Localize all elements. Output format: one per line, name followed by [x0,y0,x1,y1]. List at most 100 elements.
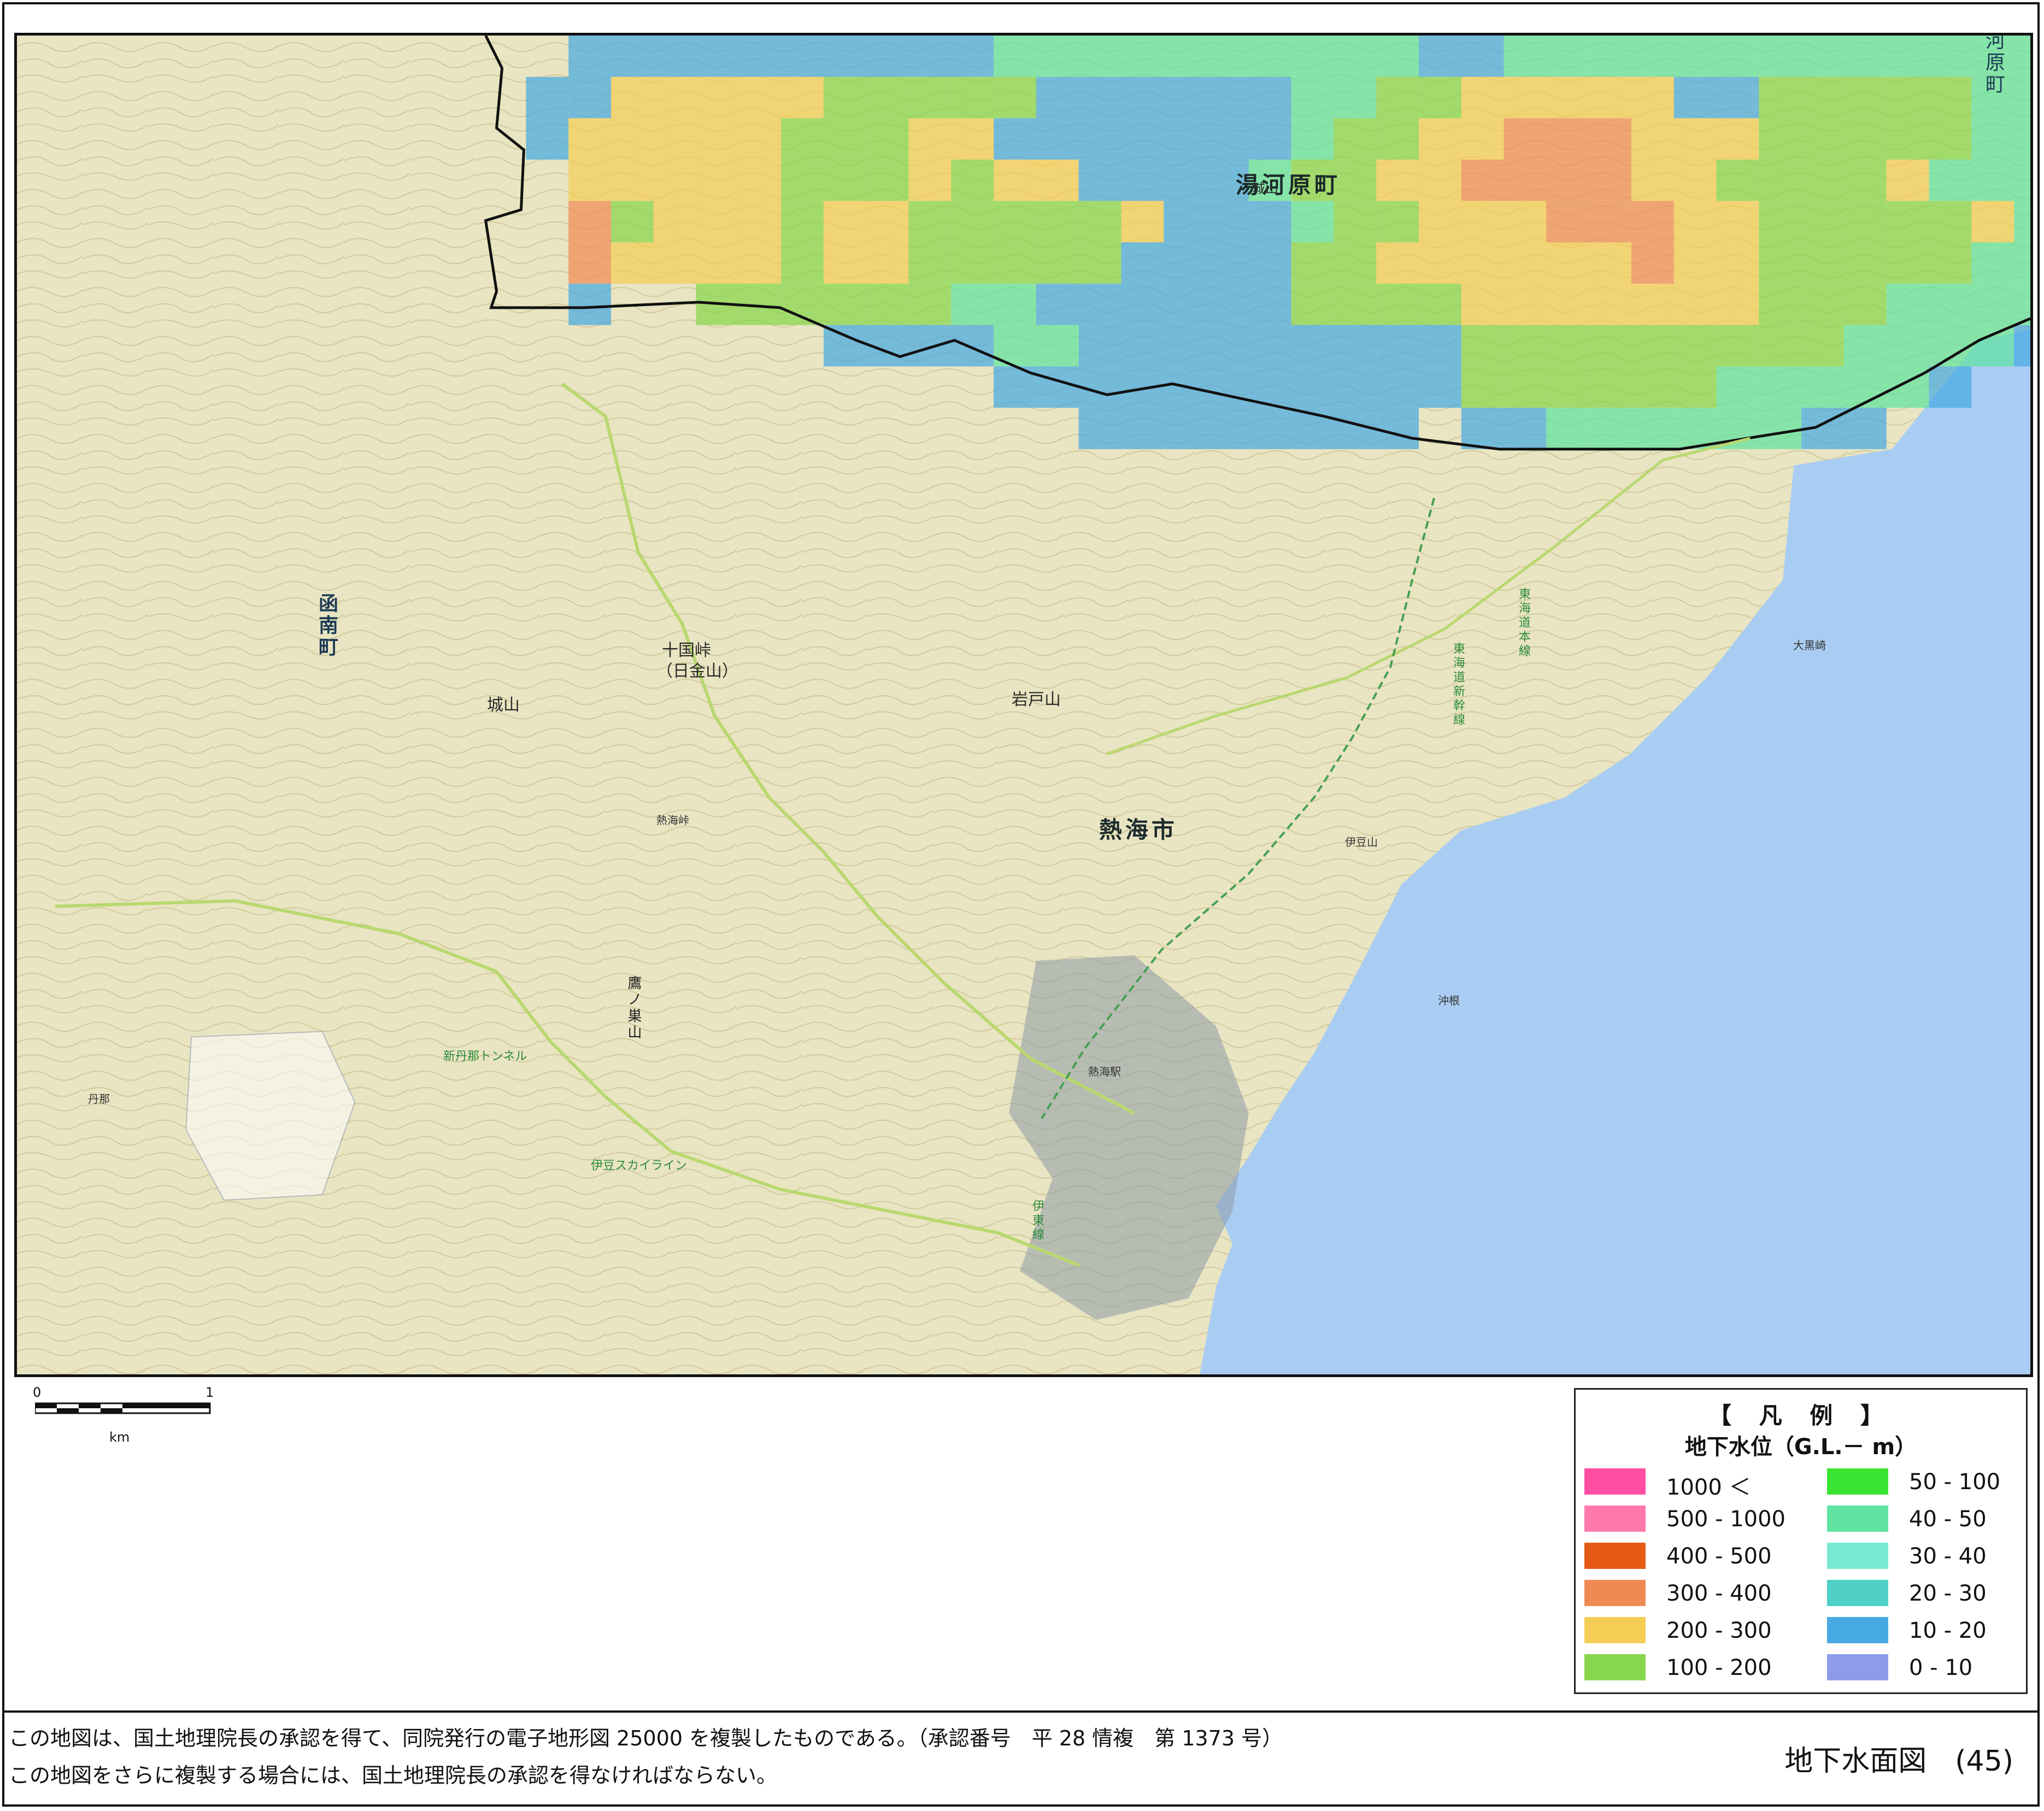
grid-cell [2014,118,2030,160]
grid-cell [1546,77,1589,119]
grid-cell [1206,118,1249,160]
grid-cell [994,242,1036,284]
grid-cell [1673,160,1717,201]
legend-swatch [1584,1654,1646,1680]
legend-title: 【 凡 例 】 [1708,1402,1893,1429]
grid-cell [1546,36,1589,77]
grid-cell [1886,36,1929,77]
mountain-label-kurodake: 鷹ノ巣山 [625,975,642,1041]
grid-cell [1503,118,1547,160]
grid-cell [994,201,1036,243]
grid-cell [1929,242,1972,284]
legend-item: 0 - 10 [1827,1653,2035,1680]
place-label-okinohama: 沖根 [1438,994,1460,1007]
grid-cell [1503,366,1547,408]
grid-cell [1843,36,1887,77]
grid-cell [1206,201,1249,243]
grid-cell [1334,201,1377,243]
grid-cell [1036,36,1079,77]
legend-swatch [1827,1506,1888,1532]
grid-cell [1121,325,1164,367]
grid-cell [1673,366,1717,408]
grid-cell [866,77,909,119]
grid-cell [653,77,696,119]
scale-bar-graphic [35,1402,211,1414]
grid-cell [908,242,951,284]
grid-cell [1248,284,1291,325]
legend-item: 20 - 30 [1827,1579,2035,1606]
grid-cell [568,77,612,119]
grid-cell [1886,284,1929,325]
grid-cell [1164,118,1207,160]
grid-cell [1036,160,1079,201]
grid-cell [2014,242,2030,284]
grid-cell [1546,366,1589,408]
legend-swatch [1827,1468,1888,1495]
grid-cell [1248,325,1291,367]
grid-cell [696,118,739,160]
grid-cell [1291,284,1334,325]
grid-cell [823,201,866,243]
grid-cell [1078,284,1121,325]
grid-cell [1673,284,1717,325]
grid-cell [951,284,994,325]
grid-cell [951,201,994,243]
grid-cell [1164,36,1207,77]
grid-cell [908,284,951,325]
grid-cell [1206,366,1249,408]
grid-cell [781,242,824,284]
grid-cell [1589,201,1631,243]
grid-cell [1673,242,1717,284]
grid-cell [1843,284,1887,325]
grid-cell [1971,242,2014,284]
grid-cell [994,284,1036,325]
grid-cell [1673,36,1717,77]
grid-cell [1546,160,1589,201]
grid-cell [1589,408,1631,449]
grid-cell [1164,408,1207,449]
grid-cell [908,325,951,367]
grid-cell [1461,201,1504,243]
grid-cell [1419,242,1461,284]
legend-label: 100 - 200 [1666,1655,1772,1680]
grid-cell [951,242,994,284]
grid-cell [1291,242,1334,284]
town-label-yugawara: 湯河原町 [1236,172,1341,198]
grid-cell [1419,160,1461,201]
grid-cell [1078,36,1121,77]
legend-label: 400 - 500 [1666,1544,1772,1569]
grid-cell [1716,77,1759,119]
legend-swatch [1584,1617,1646,1643]
grid-cell [738,118,782,160]
grid-cell [1673,77,1717,119]
grid-cell [653,160,696,201]
grid-cell [611,242,654,284]
legend-label: 30 - 40 [1909,1544,1987,1569]
grid-cell [1419,36,1461,77]
grid-cell [1503,201,1547,243]
grid-cell [1291,36,1334,77]
grid-cell [1334,366,1377,408]
legend-label: 50 - 100 [1909,1469,2001,1495]
grid-cell [1248,242,1291,284]
grid-cell [611,36,654,77]
map-frame[interactable]: 湯河原町 熱海市 函南町 河原町 十国峠 （日金山） 城山 城山 岩戸山 鷹ノ巣… [14,33,2033,1377]
grid-cell [2014,36,2030,77]
grid-cell [1036,201,1079,243]
grid-cell [1546,242,1589,284]
grid-cell [1716,201,1759,243]
road-label-izu-skyline: 伊豆スカイライン [591,1159,688,1173]
grid-cell [1164,284,1207,325]
grid-cell [568,284,612,325]
grid-cell [1503,325,1547,367]
grid-cell [653,36,696,77]
mountain-label-shiroyama-w: 城山 [487,696,520,715]
grid-cell [568,242,612,284]
grid-cell [1334,325,1377,367]
grid-cell [1673,118,1717,160]
grid-cell [1461,284,1504,325]
grid-cell [1376,325,1419,367]
grid-cell [1461,325,1504,367]
grid-cell [1631,242,1674,284]
grid-cell [1886,118,1929,160]
